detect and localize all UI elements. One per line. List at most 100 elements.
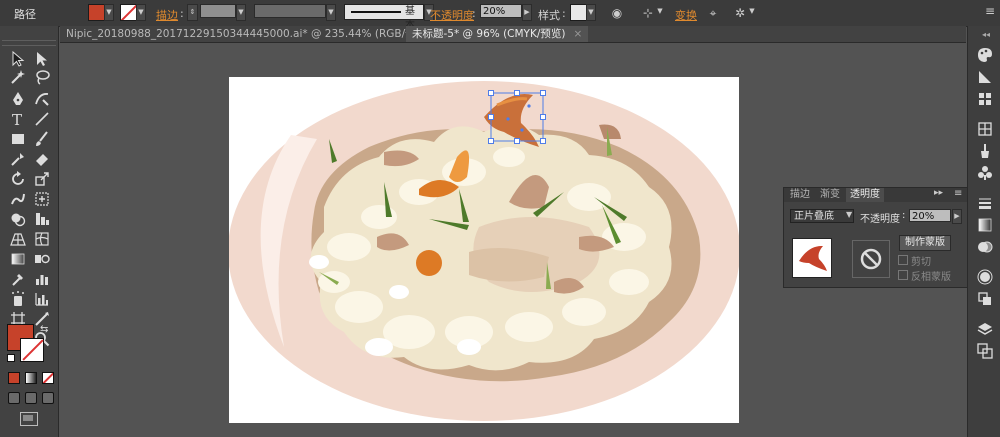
- pen-tool-icon[interactable]: [9, 90, 27, 108]
- rotate-tool-icon[interactable]: [9, 170, 27, 188]
- opacity-slider-toggle[interactable]: ▶: [952, 209, 962, 224]
- stroke-weight-stepper[interactable]: ⇕: [187, 4, 198, 21]
- eyedropper-tool-icon[interactable]: [9, 270, 27, 288]
- transparency-panel-icon[interactable]: [976, 238, 994, 256]
- gradient-panel-icon[interactable]: [976, 216, 994, 234]
- live-paint-bucket-icon[interactable]: [33, 210, 51, 228]
- tools-panel: T ⇆: [0, 26, 59, 437]
- magic-wand-tool-icon[interactable]: [9, 68, 27, 86]
- opacity-link[interactable]: 不透明度: [430, 7, 474, 23]
- selection-tool-icon[interactable]: [9, 50, 27, 68]
- food-illustration: [228, 81, 740, 421]
- gradient-mode-icon[interactable]: [25, 372, 37, 384]
- rectangle-tool-icon[interactable]: [9, 130, 27, 148]
- line-segment-tool-icon[interactable]: [33, 110, 51, 128]
- graphic-styles-icon[interactable]: [976, 290, 994, 308]
- graphic-style-dropdown[interactable]: ▼: [586, 4, 596, 21]
- draw-normal-icon[interactable]: [8, 392, 20, 404]
- symbols-icon[interactable]: [976, 164, 994, 182]
- control-bar: 路径 ▼ ▼ 描边 : ⇕ ▼ ▼ 基本 ▼ 不透明度 : 20% ▶ 样式 :…: [0, 0, 1000, 31]
- lasso-tool-icon[interactable]: [33, 68, 51, 86]
- brush-definition[interactable]: 基本: [344, 4, 424, 31]
- stroke-color-box[interactable]: [20, 338, 44, 362]
- type-tool-icon[interactable]: T: [9, 110, 27, 129]
- stroke-color-swatch[interactable]: [120, 4, 137, 21]
- brushes-icon[interactable]: [976, 142, 994, 160]
- blend-tool-icon[interactable]: [33, 250, 51, 268]
- direct-selection-tool-icon[interactable]: [33, 50, 51, 68]
- close-tab-icon[interactable]: ×: [574, 28, 583, 40]
- shaper-tool-icon[interactable]: [9, 150, 27, 168]
- libraries-icon[interactable]: [976, 120, 994, 138]
- expand-panels-icon[interactable]: ◂◂: [982, 30, 990, 39]
- opacity-input[interactable]: 20%: [480, 4, 522, 18]
- swap-colors-icon[interactable]: ⇆: [40, 324, 48, 335]
- symbol-sprayer-tool-icon[interactable]: [9, 290, 27, 308]
- free-transform-tool-icon[interactable]: [33, 190, 51, 208]
- artboards-icon[interactable]: [976, 342, 994, 360]
- panel-grip[interactable]: [2, 40, 56, 46]
- color-mode-icon[interactable]: [8, 372, 20, 384]
- graph-tool-icon[interactable]: [33, 270, 51, 288]
- panel-menu-icon[interactable]: ≡: [954, 188, 962, 199]
- screen-mode-icon[interactable]: [20, 412, 38, 426]
- tab-stroke[interactable]: 描边: [786, 188, 814, 202]
- artboard[interactable]: [228, 77, 740, 423]
- transform-link[interactable]: 变换: [675, 7, 697, 23]
- tab-untitled-5[interactable]: 未标题-5* @ 96% (CMYK/预览) ×: [406, 26, 589, 42]
- variable-width-dropdown[interactable]: ▼: [326, 4, 336, 21]
- scale-tool-icon[interactable]: [33, 170, 51, 188]
- panel-opacity-input[interactable]: 20%: [909, 209, 951, 222]
- draw-inside-icon[interactable]: [42, 392, 54, 404]
- tab-transparency[interactable]: 透明度: [846, 188, 884, 202]
- variable-width-profile[interactable]: [254, 4, 326, 18]
- invert-mask-checkbox[interactable]: [898, 270, 908, 280]
- fill-dropdown[interactable]: ▼: [104, 4, 114, 21]
- panel-menu-icon[interactable]: ≡: [983, 4, 997, 18]
- blend-mode-select[interactable]: 正片叠底: [790, 209, 854, 223]
- shape-builder-tool-icon[interactable]: [9, 210, 27, 228]
- tab-nipic-document[interactable]: Nipic_20180988_20171229150344445000.ai* …: [60, 26, 453, 42]
- curvature-tool-icon[interactable]: [33, 90, 51, 108]
- mesh-tool-icon[interactable]: [33, 230, 51, 248]
- fill-color-swatch[interactable]: [88, 4, 105, 21]
- column-graph-tool-icon[interactable]: [33, 290, 51, 308]
- paintbrush-tool-icon[interactable]: [33, 130, 51, 148]
- tab-gradient[interactable]: 渐变: [816, 188, 844, 202]
- object-thumbnail[interactable]: [792, 238, 832, 278]
- align-to-selection-icon[interactable]: ⊹: [641, 6, 655, 20]
- color-guide-icon[interactable]: [976, 68, 994, 86]
- none-mode-icon[interactable]: [42, 372, 54, 384]
- transform-each-icon[interactable]: ⌖: [706, 6, 720, 20]
- stroke-panel-icon[interactable]: [976, 194, 994, 212]
- clip-checkbox[interactable]: [898, 255, 908, 265]
- opacity-dropdown[interactable]: ▶: [522, 4, 532, 21]
- gradient-tool-icon[interactable]: [9, 250, 27, 268]
- stroke-weight-dropdown[interactable]: ▼: [236, 4, 246, 21]
- isolate-icon[interactable]: ✲: [733, 6, 747, 20]
- stroke-dropdown[interactable]: ▼: [136, 4, 146, 21]
- stroke-weight-input[interactable]: [200, 4, 236, 18]
- stroke-link[interactable]: 描边: [156, 7, 178, 23]
- color-palette-icon[interactable]: [976, 46, 994, 64]
- perspective-grid-tool-icon[interactable]: [9, 230, 27, 248]
- graphic-style-swatch[interactable]: [570, 4, 587, 21]
- no-mask-icon[interactable]: [852, 240, 890, 278]
- recolor-artwork-icon[interactable]: ◉: [610, 6, 624, 20]
- swatches-icon[interactable]: [976, 90, 994, 108]
- opacity-label: 不透明度: [860, 214, 900, 225]
- right-panel-dock: ◂◂: [967, 26, 1000, 437]
- appearance-icon[interactable]: [976, 268, 994, 286]
- align-dropdown[interactable]: ▼: [656, 4, 664, 19]
- default-colors-icon[interactable]: [7, 354, 15, 362]
- panel-tab-bar: 描边 渐变 透明度 ▸▸ ≡: [784, 188, 968, 202]
- collapse-panel-icon[interactable]: ▸▸: [934, 188, 943, 198]
- draw-behind-icon[interactable]: [25, 392, 37, 404]
- warp-tool-icon[interactable]: [9, 190, 27, 208]
- chevron-down-icon[interactable]: ▼: [846, 210, 852, 219]
- style-label: 样式: [538, 9, 560, 22]
- eraser-tool-icon[interactable]: [33, 150, 51, 168]
- isolate-dropdown[interactable]: ▼: [748, 4, 756, 19]
- make-mask-button[interactable]: 制作蒙版: [899, 235, 951, 251]
- layers-icon[interactable]: [976, 320, 994, 338]
